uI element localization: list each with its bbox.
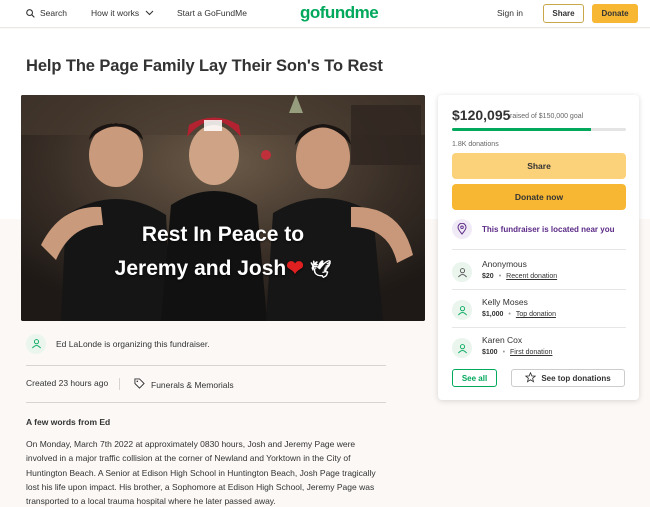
see-all-button[interactable]: See all: [452, 369, 497, 387]
see-top-donations-button[interactable]: See top donations: [511, 369, 625, 387]
donor-amount: $20: [482, 273, 494, 280]
donor-amount: $100: [482, 349, 498, 356]
tag-icon: [134, 378, 145, 391]
share-button-top[interactable]: Share: [543, 4, 584, 23]
progress-fill: [452, 128, 592, 131]
search-label: Search: [40, 8, 67, 18]
sign-in-label: Sign in: [497, 8, 523, 18]
image-caption-line1: Rest In Peace to: [141, 223, 305, 246]
divider-top: [26, 365, 386, 366]
donor-tag-link[interactable]: First donation: [510, 349, 552, 356]
bullet: •: [498, 273, 502, 280]
share-button[interactable]: Share: [452, 153, 626, 179]
user-icon: [31, 338, 42, 351]
separator: [452, 327, 626, 328]
heart-icon: ❤: [286, 257, 304, 280]
separator: [452, 289, 626, 290]
location-pin-icon: [452, 219, 472, 239]
separator: [452, 249, 626, 250]
near-you-notice: This fundraiser is located near you: [452, 219, 614, 239]
bullet: •: [502, 349, 506, 356]
story-text: On Monday, March 7th 2022 at approximate…: [26, 439, 376, 507]
search-icon: [26, 8, 35, 18]
donor-avatar-icon: [452, 262, 472, 282]
created-time: Created 23 hours ago: [26, 378, 109, 388]
how-it-works-label: How it works: [91, 8, 140, 18]
donor-avatar-icon: [452, 300, 472, 320]
chevron-down-icon: [145, 10, 154, 16]
progress-bar: [452, 128, 626, 131]
organizer-avatar: [26, 334, 46, 354]
how-it-works-menu[interactable]: How it works: [91, 8, 154, 18]
page-title: Help The Page Family Lay Their Son's To …: [26, 57, 383, 75]
donations-count: 1.8K donations: [452, 141, 499, 148]
donor-avatar-icon: [452, 338, 472, 358]
amount-raised: $120,095: [452, 107, 511, 123]
image-caption-names: Jeremy and Josh: [114, 257, 287, 280]
star-icon: [524, 371, 537, 385]
divider-bottom: [26, 402, 386, 403]
start-gofundme-link[interactable]: Start a GoFundMe: [177, 8, 247, 18]
donor-item: Karen Cox $100 • First donation: [452, 335, 552, 358]
near-you-text: This fundraiser is located near you: [482, 224, 615, 234]
category-link[interactable]: Funerals & Memorials: [134, 378, 234, 391]
top-nav: Search How it works Start a GoFundMe gof…: [0, 0, 650, 28]
donor-item: Kelly Moses $1,000 • Top donation: [452, 297, 556, 320]
bullet: •: [508, 311, 511, 318]
search-link[interactable]: Search: [26, 8, 67, 18]
meta-separator: [119, 378, 120, 390]
organizer-row: Ed LaLonde is organizing this fundraiser…: [26, 334, 210, 354]
category-label: Funerals & Memorials: [151, 379, 234, 390]
organizer-text: Ed LaLonde is organizing this fundraiser…: [56, 339, 210, 349]
dove-icon: 🕊: [309, 260, 332, 279]
see-top-donations-label: See top donations: [541, 373, 611, 383]
goal-text: raised of $150,000 goal: [510, 113, 584, 120]
story-heading: A few words from Ed: [26, 417, 111, 427]
donor-tag-link[interactable]: Top donation: [516, 311, 556, 318]
image-caption-line2: Jeremy and Josh❤ 🕊: [21, 256, 425, 281]
donate-now-button[interactable]: Donate now: [452, 184, 626, 210]
sign-in-link[interactable]: Sign in: [497, 8, 523, 18]
donor-name: Kelly Moses: [482, 297, 528, 307]
donor-name: Karen Cox: [482, 335, 523, 345]
gofundme-logo[interactable]: gofundme: [300, 3, 379, 23]
donor-name: Anonymous: [482, 259, 527, 269]
donor-item: Anonymous $20 • Recent donation: [452, 259, 557, 282]
campaign-image[interactable]: Rest In Peace to Jeremy and Josh❤ 🕊: [21, 95, 425, 321]
donate-button-top[interactable]: Donate: [592, 4, 638, 23]
start-gofundme-label: Start a GoFundMe: [177, 8, 247, 18]
donor-tag-link[interactable]: Recent donation: [506, 273, 557, 280]
donor-amount: $1,000: [482, 311, 504, 318]
donation-card: $120,095 raised of $150,000 goal 1.8K do…: [438, 95, 639, 400]
campaign-photo: [21, 95, 425, 321]
